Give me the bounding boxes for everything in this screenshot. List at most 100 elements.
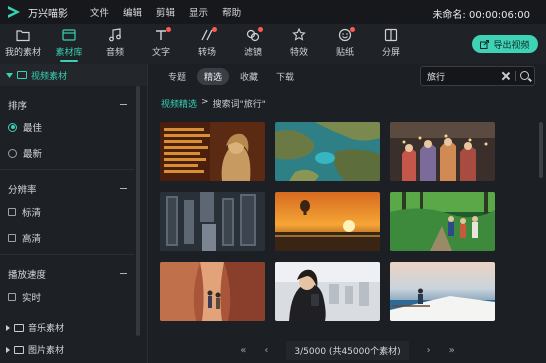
media-browser: 专题 精选 收藏 下载 视频精选 > 搜索词"旅行"	[149, 64, 546, 363]
text-icon	[154, 28, 168, 42]
tool-label: 特效	[289, 48, 308, 58]
chevron-right-icon	[6, 346, 10, 353]
tool-library[interactable]: 素材库	[46, 24, 92, 64]
checkbox	[8, 234, 16, 242]
search-input[interactable]	[427, 71, 497, 81]
sort-section-title: 排序	[8, 101, 28, 112]
filter-icon	[246, 28, 260, 42]
checkbox	[8, 208, 16, 216]
breadcrumb-sep: >	[201, 97, 209, 107]
tool-audio[interactable]: 音频	[92, 24, 138, 64]
collapse-sort-icon[interactable]	[120, 104, 127, 105]
breadcrumb-root[interactable]: 视频精选	[161, 97, 197, 110]
sort-latest-label: 最新	[23, 149, 43, 160]
thumbnail-aerial-islands[interactable]	[275, 122, 380, 181]
sort-option-latest[interactable]: 最新	[8, 146, 42, 160]
category-tabs: 专题 精选 收藏 下载	[161, 68, 301, 85]
chevron-right-icon	[6, 324, 10, 331]
folder-music[interactable]: 音乐素材	[6, 321, 64, 334]
resolution-hd-checkbox[interactable]: 高清	[8, 231, 41, 245]
folder-icon	[14, 345, 24, 354]
folder-images[interactable]: 图片素材	[6, 343, 64, 356]
tab-downloads[interactable]: 下载	[269, 68, 301, 85]
breadcrumb: 视频精选 > 搜索词"旅行"	[161, 97, 266, 110]
menu-help[interactable]: 帮助	[222, 5, 241, 19]
tool-sticker[interactable]: 贴纸	[322, 24, 368, 64]
tool-label: 音频	[105, 48, 124, 58]
tool-text[interactable]: 文字	[138, 24, 184, 64]
tab-favorites[interactable]: 收藏	[233, 68, 265, 85]
breadcrumb-current: 搜索词"旅行"	[212, 100, 266, 110]
speed-realtime-label: 实时	[22, 293, 42, 304]
filter-sidebar: 视频素材 排序 最佳 最新 分辨率 标清 高清 播放速度 实时 音乐素材 图片素…	[0, 64, 148, 363]
resolution-sd-checkbox[interactable]: 标清	[8, 205, 41, 219]
radio-unselected	[8, 148, 17, 158]
tool-transition[interactable]: 转场	[184, 24, 230, 64]
collapse-speed-icon[interactable]	[120, 273, 127, 274]
library-icon	[62, 28, 76, 42]
transition-icon	[200, 28, 214, 42]
main-toolbar: 我的素材 素材库 音频 文字 转场 滤镜 特效 贴纸 分屏 导出视频	[0, 24, 546, 64]
project-title: 未命名: 00:00:06:00	[432, 10, 530, 21]
tool-label: 滤镜	[243, 48, 262, 58]
menu-bar: 文件 编辑 剪辑 显示 帮助	[90, 5, 241, 19]
export-label: 导出视频	[493, 40, 530, 51]
tool-my-media[interactable]: 我的素材	[0, 24, 46, 64]
sidebar-scrollbar[interactable]	[136, 86, 140, 336]
radio-selected	[8, 122, 17, 132]
thumbnail-boat-ocean[interactable]	[390, 262, 495, 321]
menu-edit[interactable]: 编辑	[123, 5, 142, 19]
grid-scrollbar[interactable]	[539, 122, 543, 178]
tool-label: 文字	[151, 48, 170, 58]
first-page-button[interactable]: «	[240, 345, 246, 356]
sidebar-header-label: 视频素材	[31, 71, 68, 82]
sticker-icon	[338, 28, 352, 42]
thumbnail-departure-board[interactable]	[160, 122, 265, 181]
folder-icon	[17, 71, 27, 79]
tab-featured[interactable]: 精选	[197, 68, 230, 85]
sidebar-header-video[interactable]: 视频素材	[0, 64, 147, 86]
menu-file[interactable]: 文件	[90, 5, 109, 19]
app-logo-icon	[6, 4, 22, 20]
menu-view[interactable]: 显示	[189, 5, 208, 19]
tool-label: 转场	[197, 48, 216, 58]
export-video-button[interactable]: 导出视频	[472, 35, 538, 53]
menu-clip[interactable]: 剪辑	[156, 5, 175, 19]
clear-icon[interactable]	[501, 71, 511, 81]
title-bar: 万兴喵影 文件 编辑 剪辑 显示 帮助 未命名: 00:00:06:00	[0, 0, 546, 24]
thumbnail-woman-phone-airport[interactable]	[275, 262, 380, 321]
sort-best-label: 最佳	[23, 123, 43, 134]
folder-icon	[16, 28, 30, 42]
pagination: « ‹ 3/5000 (共45000个素材) › »	[149, 340, 546, 360]
split-screen-icon	[384, 28, 398, 42]
tool-filter[interactable]: 滤镜	[230, 24, 276, 64]
tool-split-screen[interactable]: 分屏	[368, 24, 414, 64]
resolution-hd-label: 高清	[22, 234, 42, 245]
thumbnail-costumed-performers[interactable]	[390, 122, 495, 181]
tab-topics[interactable]: 专题	[161, 68, 193, 85]
sort-option-best[interactable]: 最佳	[8, 120, 42, 134]
resolution-section-title: 分辨率	[8, 185, 37, 196]
thumbnail-canyon-hikers[interactable]	[160, 262, 265, 321]
search-icon[interactable]	[520, 71, 529, 80]
next-page-button[interactable]: ›	[427, 345, 431, 356]
divider	[0, 169, 134, 170]
thumbnail-forest-hikers[interactable]	[390, 192, 495, 251]
divider	[0, 254, 134, 255]
last-page-button[interactable]: »	[449, 345, 455, 356]
folder-music-label: 音乐素材	[28, 324, 65, 334]
search-box	[420, 66, 535, 86]
folder-icon	[14, 323, 24, 332]
prev-page-button[interactable]: ‹	[264, 345, 268, 356]
divider	[515, 71, 516, 81]
collapse-resolution-icon[interactable]	[120, 188, 127, 189]
speed-realtime-checkbox[interactable]: 实时	[8, 290, 41, 304]
music-note-icon	[108, 28, 122, 42]
tool-label: 我的素材	[4, 48, 41, 58]
tool-effects[interactable]: 特效	[276, 24, 322, 64]
thumbnail-aerial-city[interactable]	[160, 192, 265, 251]
export-icon	[480, 39, 490, 49]
thumbnail-sunset-balloon[interactable]	[275, 192, 380, 251]
tool-label: 素材库	[55, 48, 83, 58]
page-info: 3/5000 (共45000个素材)	[286, 340, 409, 360]
